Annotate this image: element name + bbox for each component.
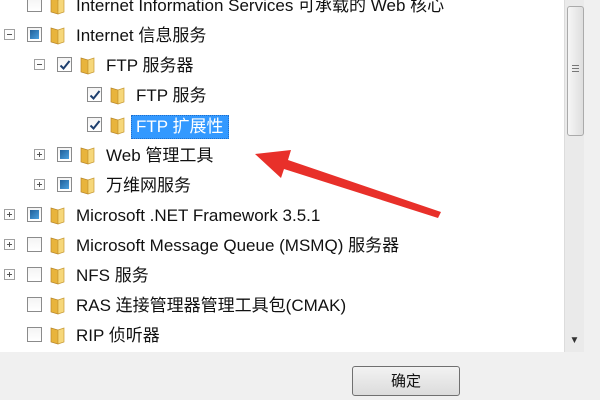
red-arrow-annotation-icon (255, 150, 441, 218)
